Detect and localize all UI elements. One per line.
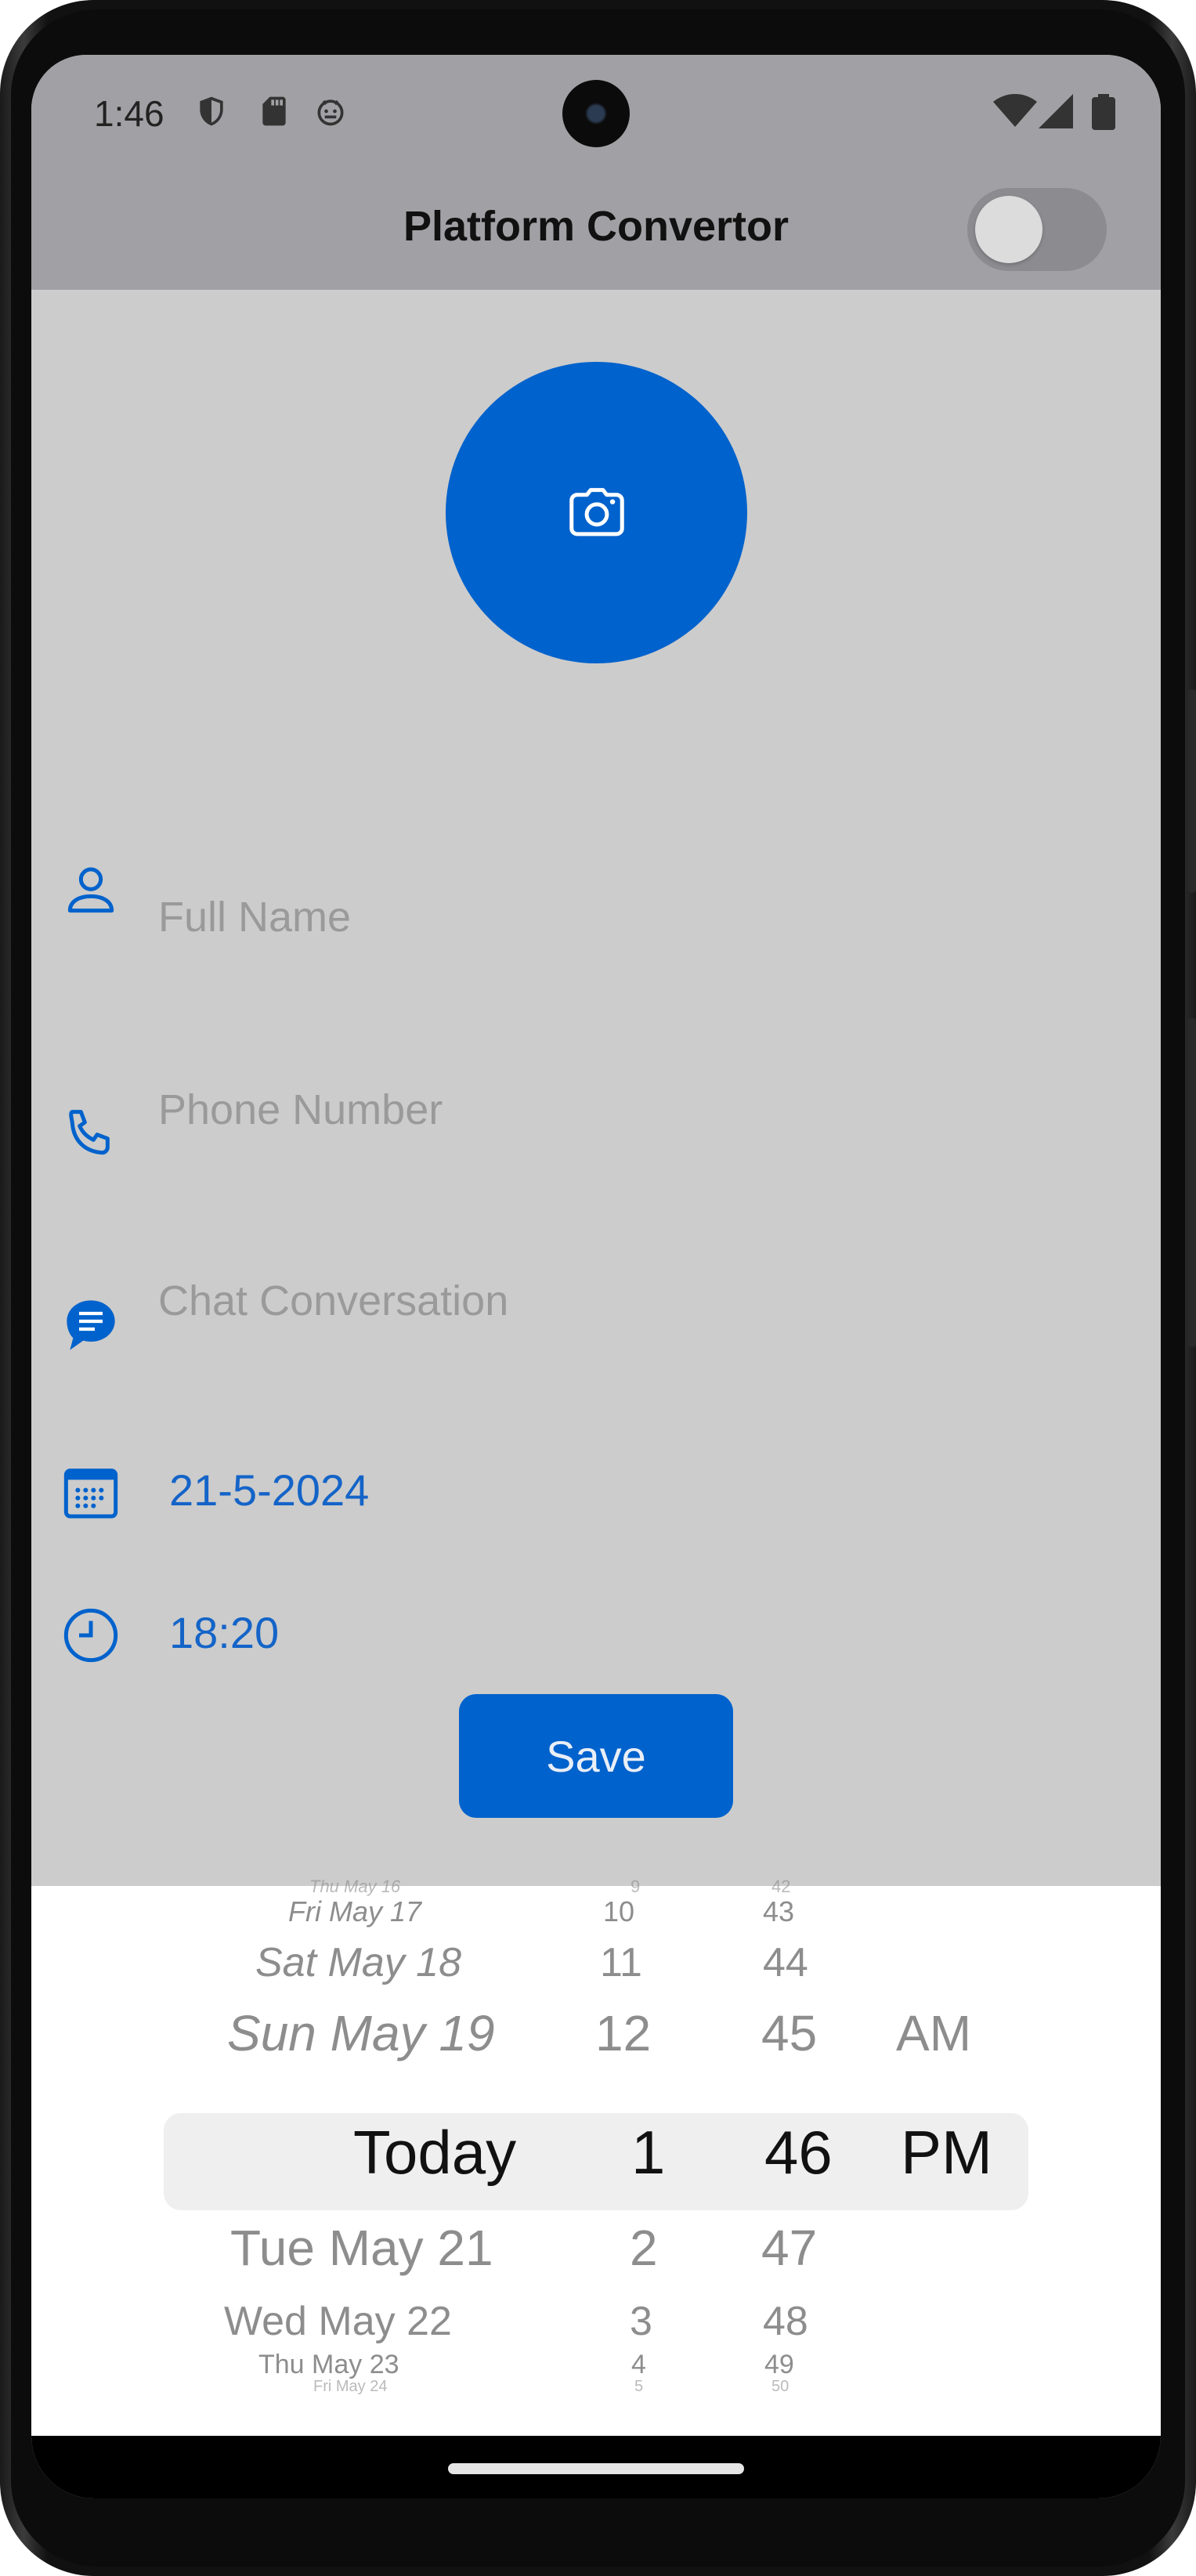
ampm-item[interactable]: AM	[896, 2004, 971, 2062]
day-item[interactable]: Thu May 16	[309, 1877, 400, 1897]
phone-icon	[60, 1103, 122, 1169]
hour-item[interactable]: 5	[634, 2378, 643, 2396]
minute-item[interactable]: 49	[764, 2350, 794, 2380]
calendar-icon	[60, 1461, 122, 1528]
profile-photo-button[interactable]	[446, 362, 747, 663]
person-icon	[60, 858, 122, 925]
day-item[interactable]: Fri May 24	[313, 2378, 387, 2396]
hour-item[interactable]: 4	[631, 2350, 646, 2380]
minute-item[interactable]: 43	[763, 1895, 794, 1928]
save-button[interactable]: Save	[459, 1694, 733, 1818]
minute-item-selected[interactable]: 46	[764, 2117, 833, 2188]
clock-icon	[60, 1604, 122, 1671]
chat-conversation-input[interactable]: Chat Conversation	[158, 1277, 508, 1325]
day-item-selected[interactable]: Today	[353, 2117, 516, 2188]
status-bar: 1:46	[31, 55, 1161, 172]
home-gesture-handle[interactable]	[448, 2463, 744, 2474]
day-item[interactable]: Wed May 22	[224, 2298, 452, 2345]
phone-number-input[interactable]: Phone Number	[158, 1086, 443, 1134]
android-debug-icon	[313, 94, 348, 128]
wifi-icon	[993, 94, 1037, 128]
minute-item[interactable]: 47	[761, 2219, 817, 2277]
hour-item[interactable]: 11	[600, 1939, 642, 1986]
time-picker-field[interactable]: 18:20	[169, 1607, 279, 1658]
switch-knob	[975, 196, 1042, 263]
full-name-input[interactable]: Full Name	[158, 893, 351, 941]
day-item[interactable]: Fri May 17	[288, 1895, 421, 1928]
picker-selection-band	[164, 2113, 1028, 2210]
minute-item[interactable]: 48	[763, 2298, 808, 2345]
hour-item[interactable]: 9	[631, 1877, 640, 1897]
volume-button	[1188, 1018, 1196, 1347]
hour-item[interactable]: 3	[630, 2298, 652, 2345]
front-camera	[562, 80, 630, 147]
hour-item-selected[interactable]: 1	[631, 2117, 665, 2188]
minute-item[interactable]: 50	[771, 2378, 789, 2396]
chat-bubble-icon	[60, 1294, 122, 1360]
shield-icon	[194, 94, 229, 128]
minute-item[interactable]: 45	[761, 2004, 817, 2062]
day-item[interactable]: Thu May 23	[258, 2350, 399, 2380]
camera-icon	[569, 488, 624, 537]
day-item[interactable]: Sun May 19	[227, 2004, 495, 2062]
hour-item[interactable]: 10	[603, 1895, 634, 1928]
battery-icon	[1092, 94, 1115, 130]
minute-item[interactable]: 42	[771, 1877, 790, 1897]
signal-icon	[1039, 94, 1073, 128]
sd-card-icon	[257, 94, 291, 128]
app-header: 1:46 Platform Convertor	[31, 55, 1161, 290]
phone-screen: 1:46 Platform Convertor Full Name Phone …	[31, 55, 1161, 2498]
day-item[interactable]: Tue May 21	[230, 2219, 493, 2277]
power-button	[1188, 689, 1196, 893]
status-time: 1:46	[94, 93, 164, 134]
minute-item[interactable]: 44	[763, 1939, 808, 1986]
date-picker-field[interactable]: 21-5-2024	[169, 1465, 369, 1516]
hour-item[interactable]: 2	[630, 2219, 658, 2277]
ampm-item-selected[interactable]: PM	[901, 2117, 992, 2188]
datetime-picker-sheet: Thu May 16 Fri May 17 Sat May 18 Sun May…	[31, 1877, 1161, 2436]
hour-item[interactable]: 12	[595, 2004, 651, 2062]
platform-toggle-switch[interactable]	[967, 188, 1107, 271]
day-item[interactable]: Sat May 18	[255, 1939, 461, 1986]
